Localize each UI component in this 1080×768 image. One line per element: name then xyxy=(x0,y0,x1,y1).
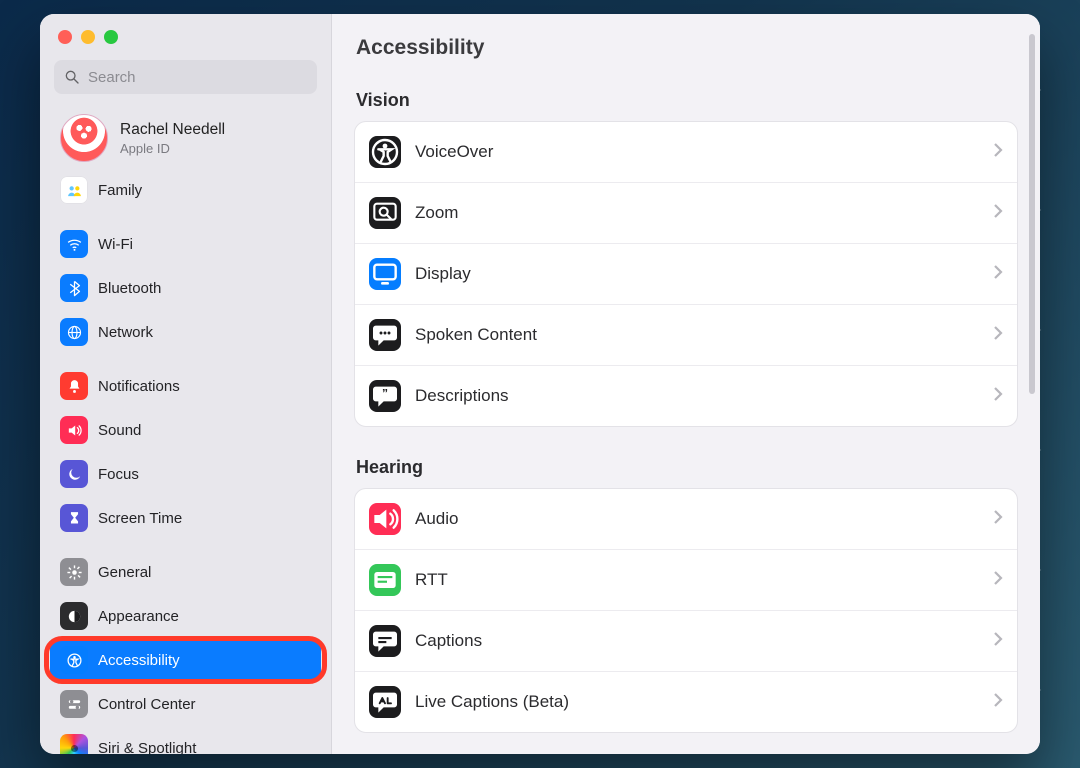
section-vision-label: Vision xyxy=(356,90,1018,111)
hourglass-icon xyxy=(60,504,88,532)
row-voiceover[interactable]: VoiceOver xyxy=(355,122,1017,182)
voiceover-icon xyxy=(369,136,401,168)
rtt-icon xyxy=(369,564,401,596)
row-zoom[interactable]: Zoom xyxy=(355,182,1017,243)
row-audio[interactable]: Audio xyxy=(355,489,1017,549)
row-label: Zoom xyxy=(415,203,979,223)
content-pane: Accessibility Vision VoiceOver Zoom xyxy=(332,14,1040,754)
quote-bubble-icon: ” xyxy=(369,380,401,412)
account-sub: Apple ID xyxy=(120,141,225,156)
vision-panel: VoiceOver Zoom Display xyxy=(354,121,1018,427)
search-input[interactable] xyxy=(88,69,307,86)
chevron-right-icon xyxy=(993,325,1003,346)
window-controls xyxy=(40,14,331,54)
globe-icon xyxy=(60,318,88,346)
chevron-right-icon xyxy=(993,203,1003,224)
row-label: Audio xyxy=(415,509,979,529)
chevron-right-icon xyxy=(993,264,1003,285)
avatar xyxy=(60,114,108,162)
chevron-right-icon xyxy=(993,142,1003,163)
bell-icon xyxy=(60,372,88,400)
sidebar-item-sound[interactable]: Sound xyxy=(50,410,321,450)
sidebar-item-label: Focus xyxy=(98,466,139,483)
sidebar-item-label: Bluetooth xyxy=(98,280,161,297)
sidebar-item-label: Siri & Spotlight xyxy=(98,740,196,755)
gear-icon xyxy=(60,558,88,586)
sidebar-item-label: Control Center xyxy=(98,696,196,713)
section-hearing-label: Hearing xyxy=(356,457,1018,478)
row-label: Descriptions xyxy=(415,386,979,406)
row-label: VoiceOver xyxy=(415,142,979,162)
chevron-right-icon xyxy=(993,386,1003,407)
sidebar-item-label: Appearance xyxy=(98,608,179,625)
row-label: Captions xyxy=(415,631,979,651)
row-label: RTT xyxy=(415,570,979,590)
moon-icon xyxy=(60,460,88,488)
search-field[interactable] xyxy=(54,60,317,94)
zoom-window-button[interactable] xyxy=(104,30,118,44)
minimize-window-button[interactable] xyxy=(81,30,95,44)
sidebar-item-accessibility[interactable]: Accessibility xyxy=(50,640,321,680)
sidebar-item-notifications[interactable]: Notifications xyxy=(50,366,321,406)
wifi-icon xyxy=(60,230,88,258)
speaker-icon xyxy=(369,503,401,535)
sidebar-item-label: Network xyxy=(98,324,153,341)
chevron-right-icon xyxy=(993,692,1003,713)
sidebar-item-label: Wi-Fi xyxy=(98,236,133,253)
row-display[interactable]: Display xyxy=(355,243,1017,304)
captions-icon xyxy=(369,625,401,657)
speaker-icon xyxy=(60,416,88,444)
chevron-right-icon xyxy=(993,509,1003,530)
sidebar-item-screentime[interactable]: Screen Time xyxy=(50,498,321,538)
content-scrollbar[interactable] xyxy=(1029,34,1035,744)
sidebar-item-label: Accessibility xyxy=(98,652,180,669)
sidebar: Rachel Needell Apple ID Family Wi-Fi xyxy=(40,14,332,754)
sidebar-account[interactable]: Rachel Needell Apple ID xyxy=(50,106,321,170)
row-descriptions[interactable]: ” Descriptions xyxy=(355,365,1017,426)
sidebar-item-family[interactable]: Family xyxy=(50,170,321,210)
live-captions-icon xyxy=(369,686,401,718)
hearing-panel: Audio RTT Captions xyxy=(354,488,1018,733)
sidebar-item-network[interactable]: Network xyxy=(50,312,321,352)
sidebar-item-label: General xyxy=(98,564,151,581)
settings-window: Rachel Needell Apple ID Family Wi-Fi xyxy=(40,14,1040,754)
row-rtt[interactable]: RTT xyxy=(355,549,1017,610)
display-icon xyxy=(369,258,401,290)
zoom-icon xyxy=(369,197,401,229)
switches-icon xyxy=(60,690,88,718)
account-name: Rachel Needell xyxy=(120,121,225,139)
sidebar-item-controlcenter[interactable]: Control Center xyxy=(50,684,321,724)
row-label: Live Captions (Beta) xyxy=(415,692,979,712)
speech-bubble-icon xyxy=(369,319,401,351)
sidebar-item-label: Family xyxy=(98,182,142,199)
sidebar-item-general[interactable]: General xyxy=(50,552,321,592)
accessibility-icon xyxy=(60,646,88,674)
row-label: Display xyxy=(415,264,979,284)
row-live-captions[interactable]: Live Captions (Beta) xyxy=(355,671,1017,732)
sidebar-item-label: Screen Time xyxy=(98,510,182,527)
chevron-right-icon xyxy=(993,631,1003,652)
sidebar-scroll[interactable]: Rachel Needell Apple ID Family Wi-Fi xyxy=(40,104,331,754)
sidebar-item-focus[interactable]: Focus xyxy=(50,454,321,494)
close-window-button[interactable] xyxy=(58,30,72,44)
row-label: Spoken Content xyxy=(415,325,979,345)
appearance-icon xyxy=(60,602,88,630)
row-captions[interactable]: Captions xyxy=(355,610,1017,671)
bluetooth-icon xyxy=(60,274,88,302)
sidebar-item-bluetooth[interactable]: Bluetooth xyxy=(50,268,321,308)
chevron-right-icon xyxy=(993,570,1003,591)
sidebar-item-label: Sound xyxy=(98,422,141,439)
page-title: Accessibility xyxy=(356,36,1018,60)
svg-text:”: ” xyxy=(382,386,388,400)
family-icon xyxy=(60,176,88,204)
sidebar-item-wifi[interactable]: Wi-Fi xyxy=(50,224,321,264)
siri-icon xyxy=(60,734,88,754)
row-spoken-content[interactable]: Spoken Content xyxy=(355,304,1017,365)
sidebar-item-label: Notifications xyxy=(98,378,180,395)
search-icon xyxy=(64,69,80,85)
sidebar-item-appearance[interactable]: Appearance xyxy=(50,596,321,636)
sidebar-item-siri[interactable]: Siri & Spotlight xyxy=(50,728,321,754)
